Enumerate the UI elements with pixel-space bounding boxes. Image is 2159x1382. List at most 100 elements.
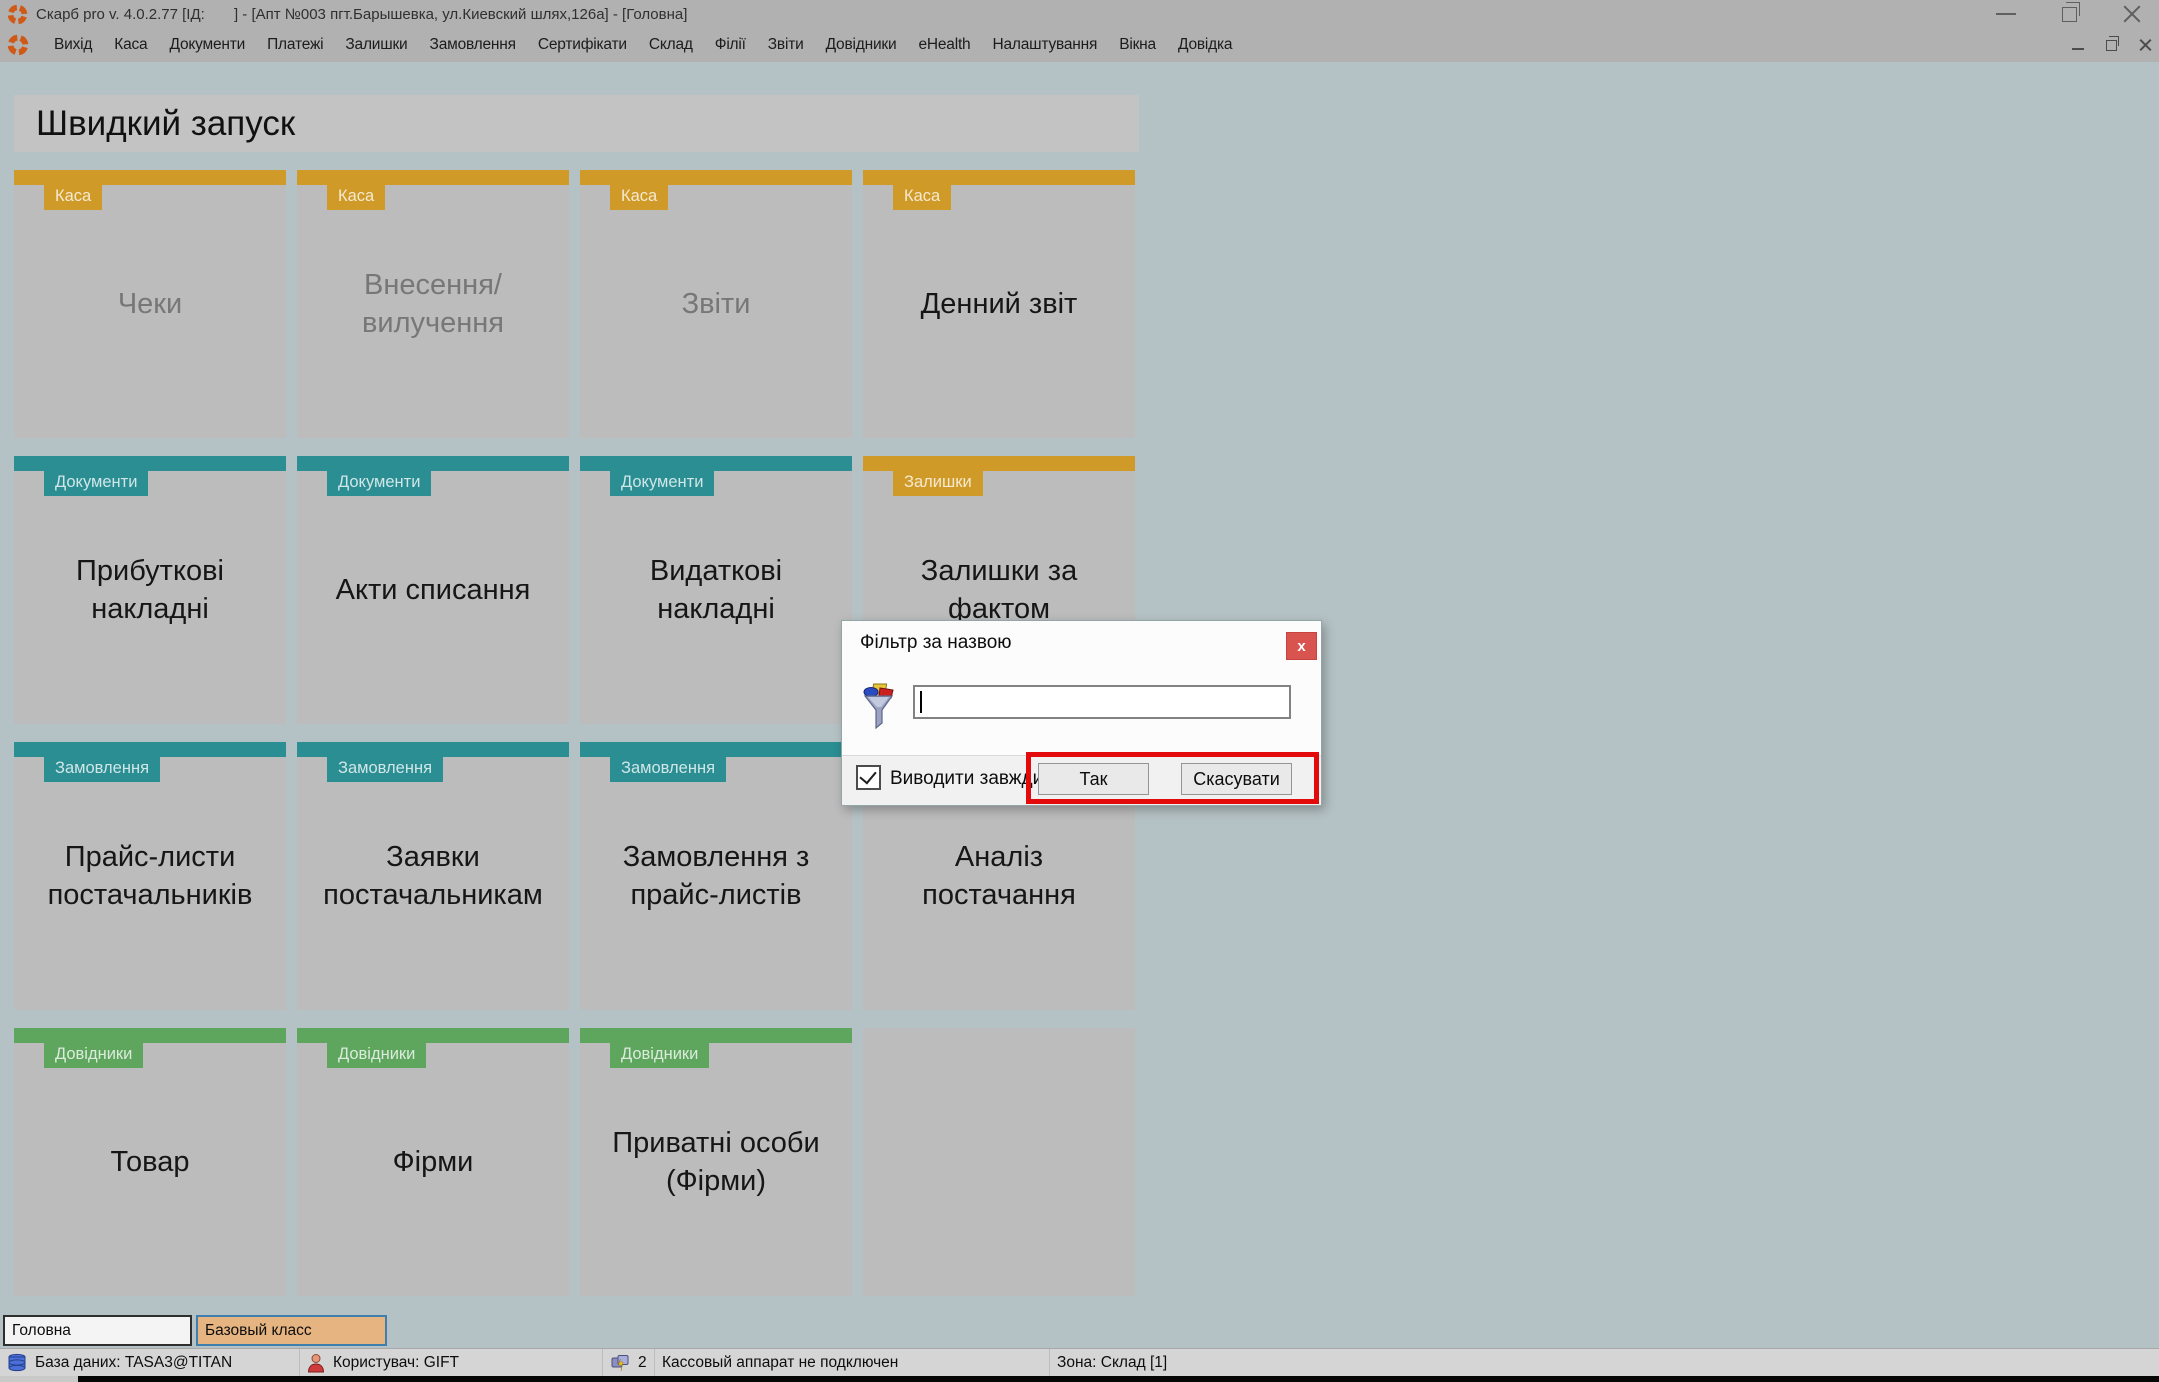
- dialog-close-button[interactable]: x: [1286, 632, 1317, 660]
- mdi-restore-icon[interactable]: [2106, 35, 2119, 51]
- status-cash-register: Кассовый аппарат не подключен: [655, 1349, 1050, 1376]
- menu-item-vykhid[interactable]: Вихід: [43, 31, 103, 59]
- tile-label: Приватні особи (Фірми): [612, 1126, 820, 1197]
- status-zone: Зона: Склад [1]: [1050, 1349, 2159, 1376]
- tile-label: Акти списання: [335, 573, 531, 606]
- tile-category-bar: Залишки: [863, 456, 1135, 496]
- tile-zamovlennia-z-prais-lystiv[interactable]: Замовлення Замовлення з прайс-листів: [580, 742, 852, 1010]
- tile-prais-lysty-postachalnykiv[interactable]: Замовлення Прайс-листи постачальників: [14, 742, 286, 1010]
- menu-item-zvity[interactable]: Звіти: [757, 31, 815, 59]
- tile-category-bar: Каса: [297, 170, 569, 210]
- menu-item-vikna[interactable]: Вікна: [1108, 31, 1167, 59]
- tile-category-bar: Замовлення: [297, 742, 569, 782]
- menu-item-kasa[interactable]: Каса: [103, 31, 158, 59]
- menu-bar: Вихід Каса Документи Платежі Залишки Зам…: [0, 28, 2159, 62]
- cancel-button[interactable]: Скасувати: [1181, 763, 1292, 795]
- tile-category-bar: Каса: [580, 170, 852, 210]
- connection-icon: [611, 1354, 629, 1371]
- menu-item-ehealth[interactable]: eHealth: [907, 31, 981, 59]
- menu-item-sklad[interactable]: Склад: [638, 31, 704, 59]
- title-bar: Скарб pro v. 4.0.2.77 [ІД: ] - [Апт №003…: [0, 0, 2159, 28]
- tile-vnesennia-vyluchennia[interactable]: Каса Внесення/вилучення: [297, 170, 569, 438]
- tile-category-label: Каса: [893, 185, 952, 210]
- menu-item-zamovlennia[interactable]: Замовлення: [419, 31, 527, 59]
- tab-bazovyi-klass-label: Базовый класс: [205, 1321, 312, 1339]
- tile-category-bar: Довідники: [580, 1028, 852, 1068]
- ok-button[interactable]: Так: [1038, 763, 1149, 795]
- tile-category-label: Каса: [44, 185, 103, 210]
- tile-tovar[interactable]: Довідники Товар: [14, 1028, 286, 1296]
- tile-empty: [863, 1028, 1135, 1296]
- tile-label: Замовлення з прайс-листів: [622, 840, 810, 911]
- tile-category-bar: Документи: [580, 456, 852, 496]
- restore-icon[interactable]: [2062, 1, 2080, 22]
- menu-item-dovidka[interactable]: Довідка: [1167, 31, 1243, 59]
- status-user-text: Користувач: GIFT: [333, 1353, 460, 1371]
- tile-category-bar: Документи: [14, 456, 286, 496]
- tile-label: Заявки постачальникам: [323, 840, 543, 911]
- status-database-text: База даних: TASA3@TITAN: [35, 1353, 233, 1371]
- menu-item-dovidnyky[interactable]: Довідники: [815, 31, 908, 59]
- status-zone-text: Зона: Склад [1]: [1057, 1353, 1168, 1371]
- filter-name-input[interactable]: [913, 685, 1291, 719]
- tile-pryvatni-osoby[interactable]: Довідники Приватні особи (Фірми): [580, 1028, 852, 1296]
- dialog-title: Фільтр за назвою: [860, 632, 1012, 653]
- tile-label: Залишки за фактом: [920, 554, 1078, 625]
- status-bar: База даних: TASA3@TITAN Користувач: GIFT…: [0, 1348, 2159, 1376]
- always-show-checkbox[interactable]: [856, 765, 881, 790]
- tab-bazovyi-klass[interactable]: Базовый класс: [196, 1315, 387, 1346]
- tile-label: Товар: [110, 1145, 190, 1178]
- status-user: Користувач: GIFT: [300, 1349, 603, 1376]
- tile-category-bar: Каса: [863, 170, 1135, 210]
- tile-label: Звіти: [681, 287, 751, 320]
- menu-items: Вихід Каса Документи Платежі Залишки Зам…: [43, 31, 1243, 59]
- quick-launch-title: Швидкий запуск: [36, 103, 296, 143]
- tile-category-label: Каса: [610, 185, 669, 210]
- menu-item-filii[interactable]: Філії: [704, 31, 757, 59]
- status-cash-register-text: Кассовый аппарат не подключен: [662, 1353, 899, 1371]
- tile-label: Внесення/вилучення: [362, 268, 504, 339]
- tile-zaiavky-postachalnykam[interactable]: Замовлення Заявки постачальникам: [297, 742, 569, 1010]
- tab-holovna[interactable]: Головна: [3, 1315, 192, 1346]
- status-session-count-text: 2: [638, 1353, 647, 1371]
- tile-label: Аналіз постачання: [922, 840, 1076, 911]
- tile-akty-spysannia[interactable]: Документи Акти списання: [297, 456, 569, 724]
- taskbar-edge-left: [0, 1376, 78, 1382]
- tile-category-label: Довідники: [610, 1043, 710, 1068]
- mdi-close-icon[interactable]: [2139, 39, 2151, 51]
- menu-item-platezhi[interactable]: Платежі: [256, 31, 334, 59]
- tile-firmy[interactable]: Довідники Фірми: [297, 1028, 569, 1296]
- tile-category-label: Каса: [327, 185, 386, 210]
- tile-category-bar: Каса: [14, 170, 286, 210]
- tile-zvity[interactable]: Каса Звіти: [580, 170, 852, 438]
- dialog-footer: Виводити завжди Так Скасувати: [842, 752, 1321, 805]
- close-icon[interactable]: [2123, 5, 2141, 23]
- tile-prybutkovi-nakladni[interactable]: Документи Прибуткові накладні: [14, 456, 286, 724]
- mdi-minimize-icon[interactable]: [2072, 48, 2084, 50]
- menu-app-logo-icon: [7, 34, 29, 56]
- tile-dennyi-zvit[interactable]: Каса Денний звіт: [863, 170, 1135, 438]
- tile-vydatkovi-nakladni[interactable]: Документи Видаткові накладні: [580, 456, 852, 724]
- tile-category-label: Довідники: [327, 1043, 427, 1068]
- taskbar-edge: [78, 1376, 2159, 1382]
- status-session-count: 2: [603, 1349, 655, 1376]
- text-caret: [920, 691, 922, 713]
- tile-cheky[interactable]: Каса Чеки: [14, 170, 286, 438]
- tile-category-label: Документи: [327, 471, 432, 496]
- tile-label: Прайс-листи постачальників: [47, 840, 253, 911]
- app-logo-icon: [7, 4, 28, 24]
- tile-category-bar: Замовлення: [580, 742, 852, 782]
- menu-item-nalashtuvannia[interactable]: Налаштування: [981, 31, 1108, 59]
- minimize-icon[interactable]: [1996, 13, 2016, 15]
- menu-item-sertyfikaty[interactable]: Сертифікати: [527, 31, 638, 59]
- tile-category-bar: Довідники: [14, 1028, 286, 1068]
- menu-item-zalyshky[interactable]: Залишки: [334, 31, 418, 59]
- filter-dialog: Фільтр за назвою x Виводити завжди Так С…: [841, 620, 1322, 806]
- tile-label: Видаткові накладні: [649, 554, 783, 625]
- menu-item-dokumenty[interactable]: Документи: [158, 31, 256, 59]
- tile-category-label: Залишки: [893, 471, 983, 496]
- database-icon: [8, 1353, 26, 1371]
- tile-category-label: Документи: [44, 471, 149, 496]
- tile-label: Фірми: [392, 1145, 474, 1178]
- user-icon: [307, 1353, 325, 1372]
